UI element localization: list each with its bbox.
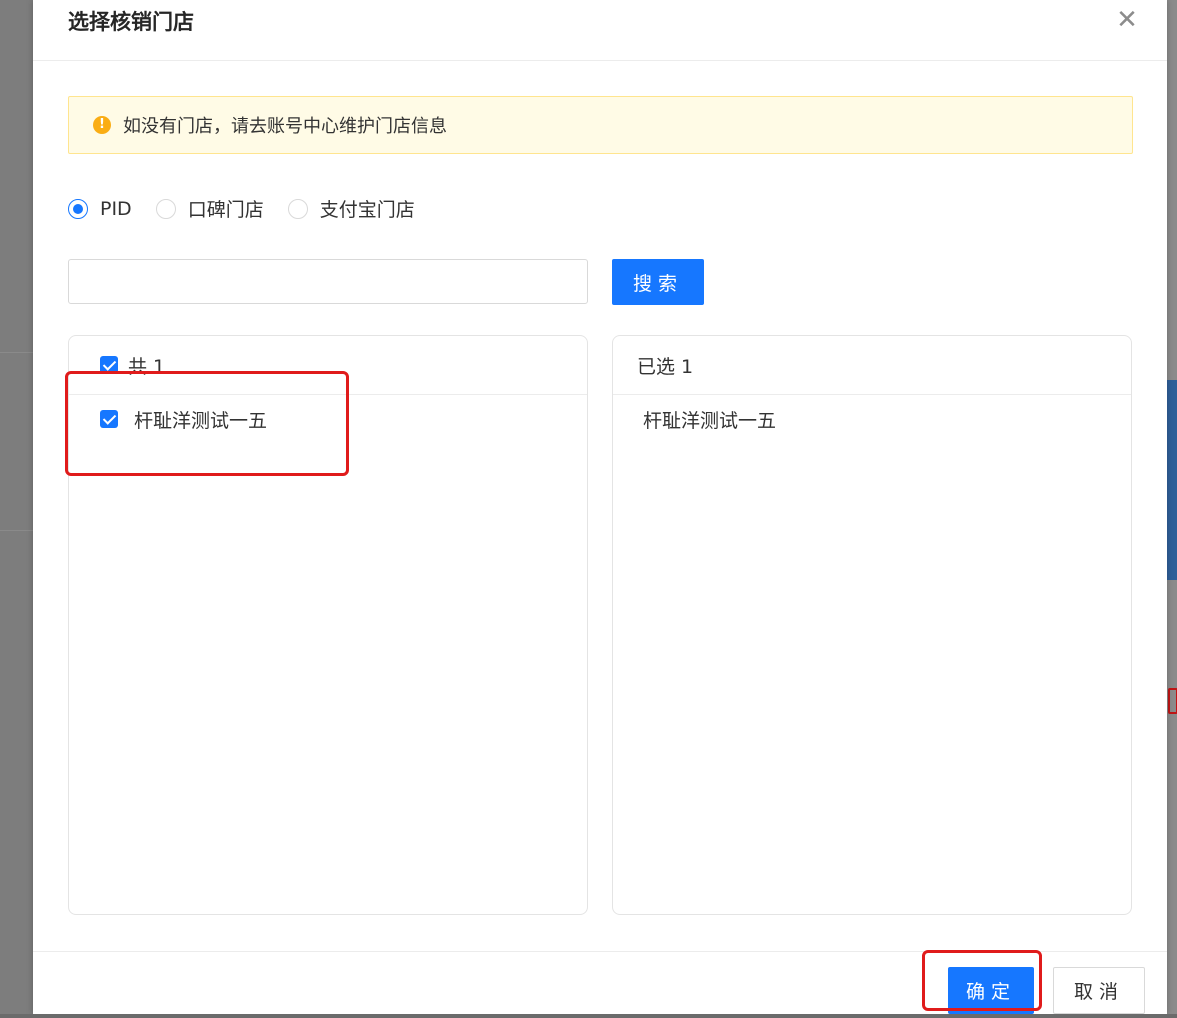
search-button[interactable]: 搜索 [612,259,704,305]
store-name: 杆耻洋测试一五 [643,409,777,432]
modal-title: 选择核销门店 [68,10,194,34]
info-alert: ! 如没有门店，请去账号中心维护门店信息 [68,96,1133,154]
cancel-button[interactable]: 取消 [1053,967,1145,1014]
selected-list: 已选 1 杆耻洋测试一五 [612,335,1132,915]
alert-text: 如没有门店，请去账号中心维护门店信息 [123,116,447,137]
radio-alipay-store[interactable]: 支付宝门店 [287,195,415,222]
background-divider [0,530,33,531]
background-banner [1167,380,1177,580]
selected-count-label: 已选 1 [637,355,694,378]
bottom-edge [0,1014,1177,1018]
exclamation-icon: ! [93,116,111,134]
select-store-modal: 选择核销门店 ✕ ! 如没有门店，请去账号中心维护门店信息 PID 口碑门店 支… [33,0,1167,1014]
modal-header: 选择核销门店 ✕ [33,0,1167,61]
radio-label: PID [100,197,132,220]
background-red-box [1168,688,1177,714]
annotation-highlight-item [65,371,349,476]
radio-unchecked-icon[interactable] [287,198,308,219]
radio-pid[interactable]: PID [68,198,132,220]
radio-label: 口碑门店 [187,199,264,221]
radio-checked-icon[interactable] [68,198,88,219]
radio-koubei-store[interactable]: 口碑门店 [155,195,264,222]
search-input[interactable] [68,259,588,304]
list-item[interactable]: 杆耻洋测试一五 [613,395,1131,443]
selected-list-header: 已选 1 [613,336,1131,395]
background-divider [0,352,33,353]
store-type-radio-group: PID 口碑门店 支付宝门店 [68,195,439,222]
annotation-highlight-confirm [922,950,1042,1011]
close-icon[interactable]: ✕ [1115,6,1139,34]
radio-unchecked-icon[interactable] [155,198,176,219]
radio-label: 支付宝门店 [319,199,415,221]
